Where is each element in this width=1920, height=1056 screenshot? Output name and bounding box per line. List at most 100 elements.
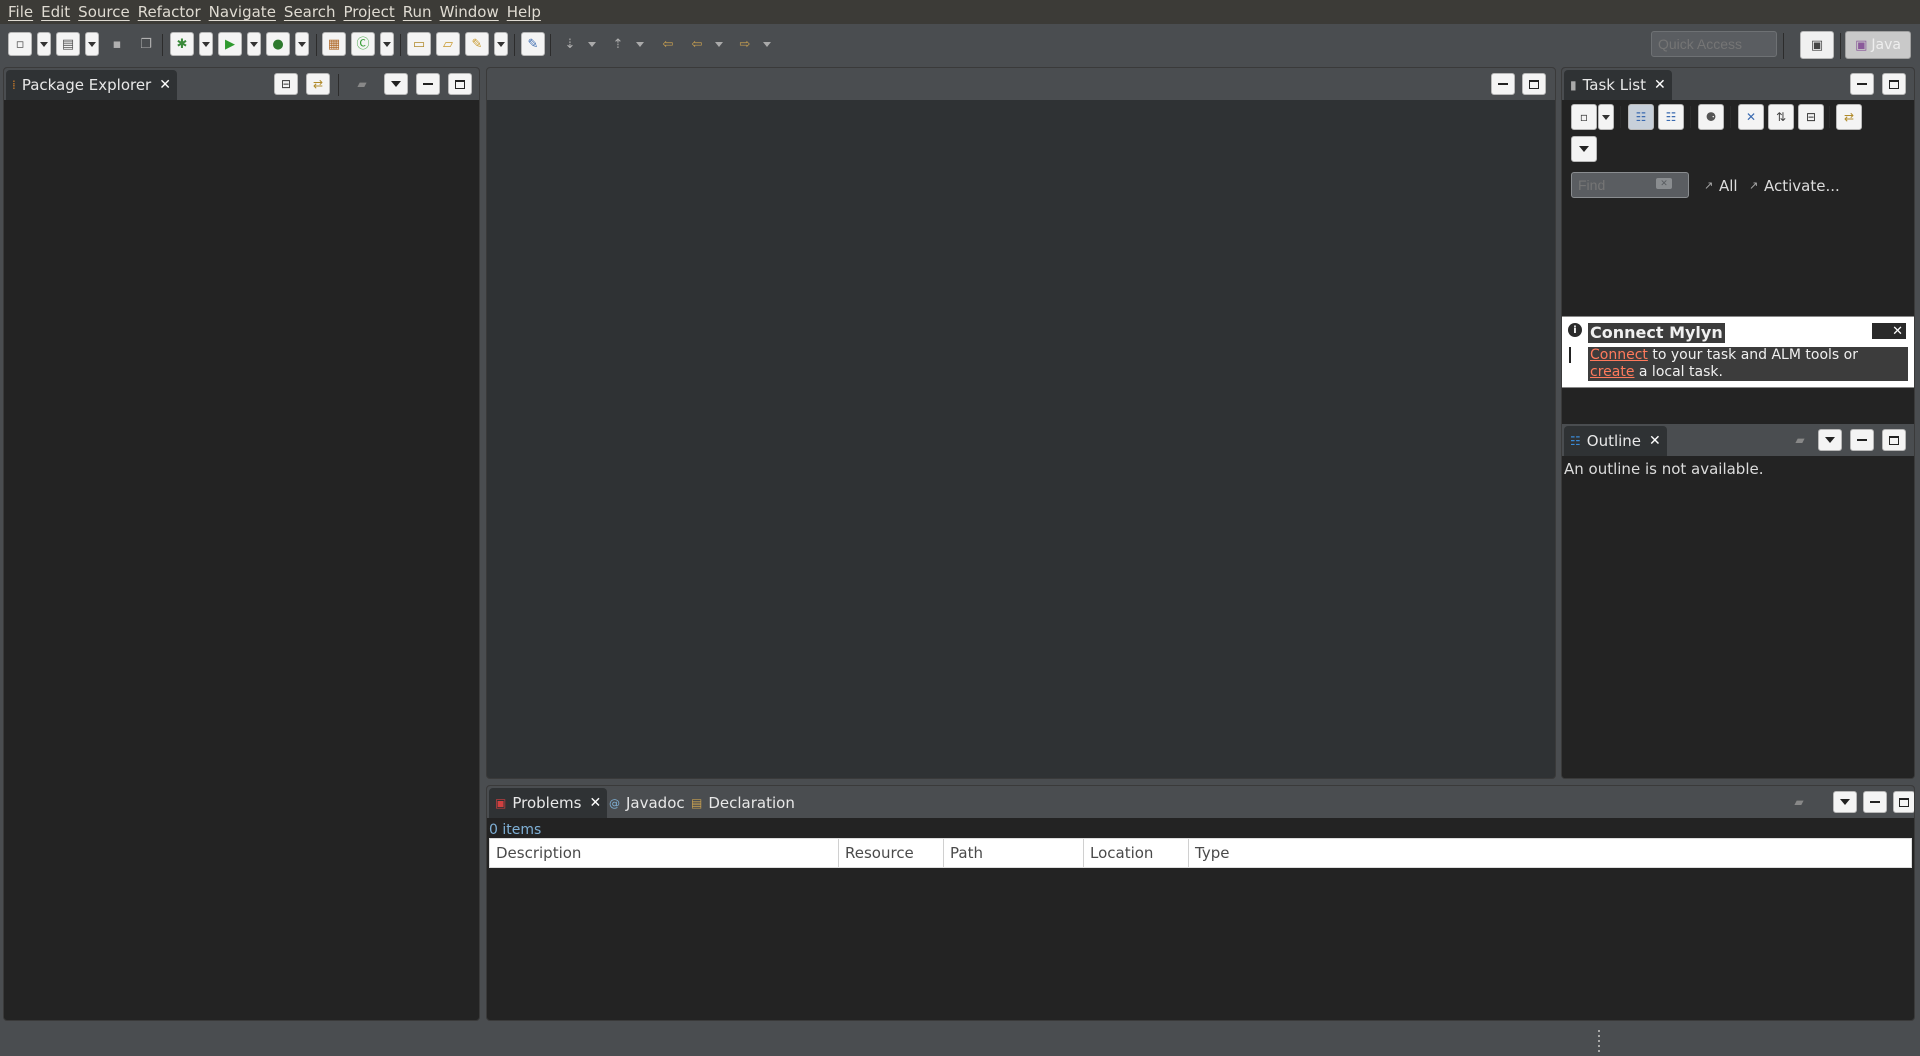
next-annotation-icon[interactable]: ⇣ [558,32,582,56]
new-task-dropdown[interactable] [1598,104,1614,130]
debug-dropdown[interactable] [199,32,213,56]
open-perspective-button[interactable]: ▣ [1800,31,1834,59]
forward-dropdown[interactable] [760,32,774,56]
editor-maximize-button[interactable] [1522,73,1546,95]
tab-outline[interactable]: ☷ Outline ✕ [1564,426,1667,456]
new-dropdown[interactable] [37,32,51,56]
link-with-editor-button[interactable]: ⇄ [306,73,330,95]
previous-annotation-dropdown[interactable] [633,32,647,56]
column-location[interactable]: Location [1084,839,1189,867]
synchronize-button[interactable]: ⇄ [1836,104,1862,130]
last-edit-location-icon[interactable]: ⇦ [656,32,680,56]
filter-all-link[interactable]: All [1719,177,1738,195]
minimize-icon [1498,83,1508,85]
new-task-button[interactable]: ▫ [1571,104,1597,130]
next-annotation-dropdown[interactable] [585,32,599,56]
task-view-menu-button[interactable] [1571,136,1597,162]
menu-search[interactable]: Search [280,0,340,24]
problems-view-menu-button[interactable] [1833,791,1857,813]
tab-problems[interactable]: ▣ Problems ✕ [489,788,608,818]
search-dropdown[interactable] [494,32,508,56]
save-all-icon[interactable]: ❐ [134,32,158,56]
run-dropdown[interactable] [247,32,261,56]
show-categorized-button[interactable]: ☷ [1628,104,1654,130]
debug-icon[interactable]: ✱ [170,32,194,56]
new-project-icon[interactable]: ▤ [56,32,80,56]
menu-source[interactable]: Source [74,0,134,24]
new-class-icon[interactable]: Ⓒ [351,32,375,56]
collapse-tasks-button[interactable]: ✕ [1738,104,1764,130]
tab-javadoc[interactable]: @ Javadoc [603,788,691,818]
back-dropdown[interactable] [712,32,726,56]
column-path[interactable]: Path [944,839,1084,867]
menu-navigate[interactable]: Navigate [205,0,280,24]
java-perspective-button[interactable]: ▣ Java [1845,31,1911,59]
tab-task-list[interactable]: ▮ Task List ✕ [1564,70,1672,100]
toggle-mark-occurrences-icon[interactable]: ✎ [521,32,545,56]
minimize-button[interactable] [416,73,440,95]
outline-minimize-button[interactable] [1850,429,1874,451]
view-menu-button[interactable] [384,73,408,95]
save-icon[interactable]: ▪ [105,32,129,56]
outline-focus-button[interactable]: ▰ [1788,429,1812,451]
search-icon[interactable]: ✎ [465,32,489,56]
close-icon[interactable]: ✕ [1654,77,1666,93]
new-icon[interactable]: ▫ [8,32,32,56]
collapse-all-button[interactable]: ⊟ [274,73,298,95]
coverage-dropdown[interactable] [295,32,309,56]
close-icon[interactable]: ✕ [589,795,601,811]
show-scheduled-button[interactable]: ☷ [1658,104,1684,130]
menu-run[interactable]: Run [399,0,436,24]
collapse-all-icon: ⊟ [280,77,292,91]
close-icon[interactable]: ✕ [1872,323,1906,339]
editor-minimize-button[interactable] [1491,73,1515,95]
activate-link[interactable]: Activate... [1764,177,1840,195]
expand-tasks-button[interactable]: ⇅ [1768,104,1794,130]
forward-icon[interactable]: ⇨ [733,32,757,56]
create-link[interactable]: create [1590,364,1634,380]
back-icon[interactable]: ⇦ [685,32,709,56]
menu-project[interactable]: Project [339,0,398,24]
task-list-maximize-button[interactable] [1882,73,1906,95]
close-icon[interactable]: ✕ [1649,433,1661,449]
outline-view-menu-button[interactable] [1818,429,1842,451]
package-explorer-header: ⁞ Package Explorer ✕ ⊟ ⇄ ▰ [4,68,479,100]
column-description[interactable]: Description [490,839,839,867]
focus-task-button[interactable]: ▰ [350,73,374,95]
new-java-package-icon[interactable]: ▦ [322,32,346,56]
close-icon[interactable]: ✕ [159,77,171,93]
open-folder-icon[interactable]: ▱ [436,32,460,56]
task-list-minimize-button[interactable] [1850,73,1874,95]
previous-annotation-icon[interactable]: ⇡ [606,32,630,56]
tab-declaration[interactable]: ▤ Declaration [685,788,801,818]
javadoc-icon: @ [609,796,620,810]
collapse-all-tasks-button[interactable]: ⊟ [1798,104,1824,130]
menu-help[interactable]: Help [503,0,545,24]
open-perspective-icon: ▣ [1810,37,1824,53]
run-icon[interactable]: ▶ [218,32,242,56]
menu-file[interactable]: File [4,0,37,24]
problems-maximize-button[interactable] [1893,791,1914,813]
menu-refactor[interactable]: Refactor [134,0,205,24]
open-type-icon[interactable]: ▭ [407,32,431,56]
connect-link[interactable]: Connect [1590,347,1648,363]
chevron-down-icon [1602,114,1610,120]
problems-focus-button[interactable]: ▰ [1787,791,1811,813]
column-type[interactable]: Type [1189,839,1911,867]
outline-maximize-button[interactable] [1882,429,1906,451]
problems-minimize-button[interactable] [1863,791,1887,813]
quick-access-input[interactable] [1651,31,1777,57]
maximize-button[interactable] [448,73,472,95]
new-project-dropdown[interactable] [85,32,99,56]
new-class-dropdown[interactable] [380,32,394,56]
focus-on-workweek-button[interactable]: ⚈ [1698,104,1724,130]
menu-window[interactable]: Window [436,0,503,24]
status-bar-grip[interactable] [1598,1030,1600,1052]
column-resource[interactable]: Resource [839,839,944,867]
clear-find-icon[interactable]: ✕ [1656,178,1672,189]
menu-edit[interactable]: Edit [37,0,74,24]
tab-package-explorer[interactable]: ⁞ Package Explorer ✕ [6,70,177,100]
toolbar-separator [162,34,163,56]
toolbar-separator [514,34,515,56]
coverage-icon[interactable]: ● [266,32,290,56]
